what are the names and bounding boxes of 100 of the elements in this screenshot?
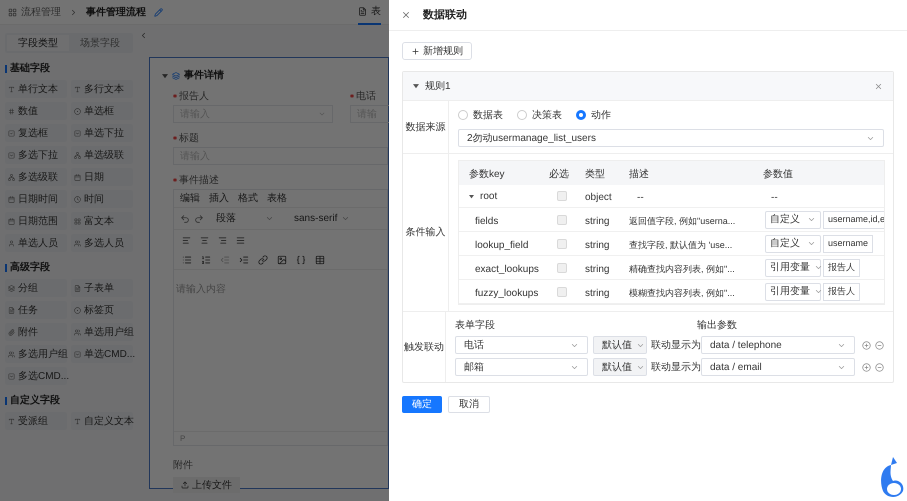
drawer-title: 数据联动 [423,8,467,23]
value-mode-select[interactable]: 自定义 [765,210,821,228]
field-type-icon [74,418,82,424]
table-cell: 返回值字段, 例如"userna... [629,216,736,226]
group-title: 基础字段 [10,61,50,76]
field-type-icon [74,108,82,114]
field-type-icon [8,174,15,180]
breadcrumb-link[interactable]: 流程管理 [21,4,61,20]
field-label: 附件 [173,459,194,473]
editor-menu[interactable]: 编辑 [180,191,200,206]
bullet-list-icon[interactable] [182,254,192,264]
checkbox[interactable] [557,286,567,296]
form-field-select[interactable]: 邮箱 [455,358,588,376]
caret-icon[interactable] [469,194,474,198]
link-icon[interactable] [258,254,268,264]
field-type-item[interactable]: 任务 [5,301,68,319]
editor-menu[interactable]: 格式 [238,191,258,206]
output-select[interactable]: data / telephone [701,336,855,354]
field-type-icon [74,284,82,292]
numbered-list-icon[interactable] [201,254,211,264]
align-right-icon[interactable] [218,236,227,244]
align-center-icon[interactable] [200,236,209,244]
field-type-icon [8,152,15,158]
add-icon[interactable] [862,340,871,350]
confirm-button[interactable]: 确定 [402,396,442,413]
radio-option[interactable]: 决策表 [517,108,562,122]
chevron-down-icon [814,287,823,296]
field-type-item[interactable]: 单选用户组 [71,323,134,341]
chevron-down-icon [814,263,823,272]
indent-icon[interactable] [239,254,249,264]
braces-icon[interactable] [296,254,306,264]
checkbox[interactable] [557,191,567,201]
field-type-icon [8,108,15,114]
sidebar-tab[interactable]: 字段类型 [7,35,70,51]
column-header: 必选 [549,169,569,180]
align-justify-icon[interactable] [236,236,245,244]
caret-icon[interactable] [413,83,419,89]
value-mode-select[interactable]: 引用变量 [765,282,821,300]
close-icon[interactable] [874,82,883,90]
image-icon[interactable] [277,254,287,264]
field-type-icon [74,130,82,136]
caret-icon[interactable] [162,72,168,78]
edit-icon[interactable] [154,8,163,16]
sidebar-tab[interactable]: 场景字段 [69,35,132,51]
output-select[interactable]: data / email [701,358,855,376]
editor-menu[interactable]: 插入 [209,191,229,206]
table-cell: fields [475,216,498,226]
undo-icon[interactable] [180,214,190,224]
row-label: 触发联动 [404,340,444,354]
column-header: 参数key [469,169,505,180]
input-field[interactable]: 报告人 [823,258,860,276]
default-select[interactable]: 默认值 [593,336,647,354]
table-icon[interactable] [315,254,325,264]
field-type-item[interactable]: 单选CMD... [71,345,134,363]
remove-icon[interactable] [875,340,884,350]
checkbox[interactable] [557,214,567,224]
redo-icon[interactable] [194,214,204,224]
field-type-item[interactable]: 分组 [5,279,68,297]
table-cell: -- [637,192,644,203]
checkbox[interactable] [557,238,567,248]
field-type-item[interactable]: 受派组 [5,412,68,430]
breadcrumb-current: 事件管理流程 [86,5,146,20]
block-format-select[interactable]: 段落 [208,210,282,228]
table-cell: lookup_field [475,240,528,250]
value-mode-select[interactable]: 引用变量 [765,258,821,276]
input-field[interactable]: username [823,234,874,252]
font-select[interactable]: sans-serif [286,210,352,228]
add-icon[interactable] [862,362,871,372]
field-type-icon [8,418,15,424]
table-cell: 查找字段, 默认值为 'use... [629,240,732,250]
close-icon[interactable] [401,10,411,20]
field-type-icon [74,350,82,358]
input-field[interactable]: 报告人 [823,282,860,300]
field-type-item[interactable]: 数值 [5,102,68,120]
top-tab[interactable]: 表 [358,0,381,24]
align-left-icon[interactable] [182,236,191,244]
field-type-item[interactable]: 自定义文本 [71,412,134,430]
action-select[interactable]: 2勿动usermanage_list_users [458,129,884,147]
radio-option[interactable]: 数据表 [458,108,503,122]
field-type-icon [8,350,15,358]
cancel-button[interactable]: 取消 [448,396,490,413]
field-type-item[interactable]: 多选CMD... [5,367,68,385]
form-field-select[interactable]: 电话 [455,336,588,354]
add-rule-button[interactable]: 新增规则 [402,42,472,60]
value-mode-select[interactable]: 自定义 [765,234,821,252]
table-cell: string [585,288,610,298]
field-type-item[interactable]: 附件 [5,323,68,341]
remove-icon[interactable] [875,362,884,372]
field-type-icon [74,196,82,202]
chevron-down-icon [807,239,816,248]
column-header: 描述 [629,169,649,180]
checkbox[interactable] [557,262,567,272]
table-cell: -- [771,192,778,203]
field-type-item[interactable]: 单行文本 [5,80,68,98]
radio-option[interactable]: 动作 [576,108,611,122]
editor-menu[interactable]: 表格 [267,191,287,206]
default-select[interactable]: 默认值 [593,358,647,376]
upload-button[interactable]: 上传文件 [173,477,240,493]
outdent-icon[interactable] [220,254,230,264]
field-type-item[interactable]: 多选用户组 [5,345,68,363]
